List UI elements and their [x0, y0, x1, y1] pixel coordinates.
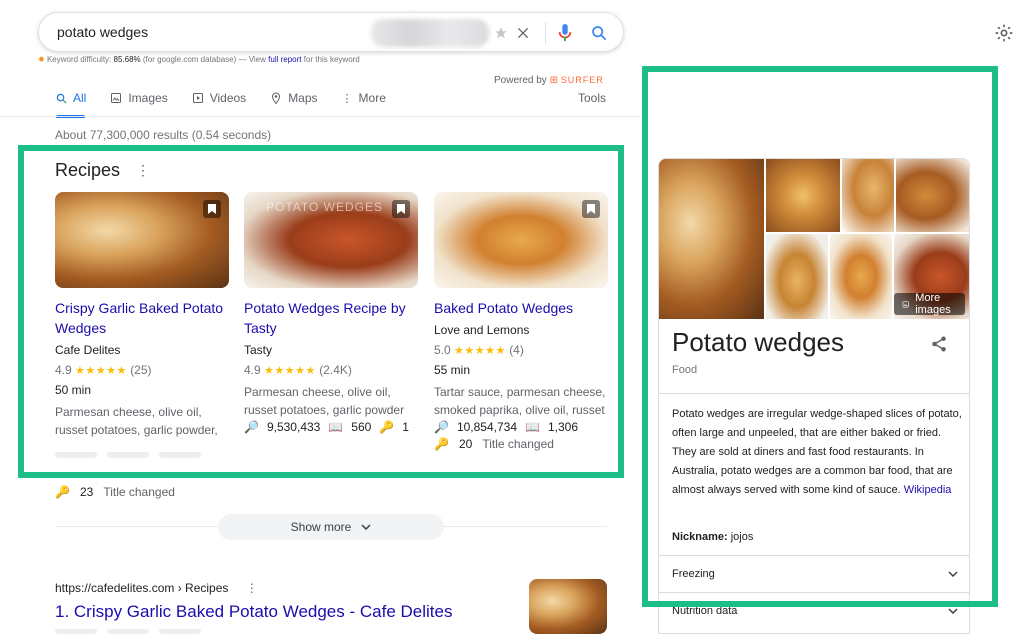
keyword-status: 🔑 23 Title changed	[55, 485, 175, 499]
tab-images[interactable]: Images	[110, 90, 168, 106]
video-icon	[192, 93, 203, 103]
search-icon[interactable]	[589, 23, 609, 43]
result-title[interactable]: 1. Crispy Garlic Baked Potato Wedges - C…	[55, 602, 452, 622]
tools-button[interactable]: Tools	[578, 91, 606, 105]
blurred-extension	[371, 19, 489, 47]
highlight-box-recipes	[18, 145, 624, 478]
kebab-icon: ⋮	[245, 581, 258, 595]
highlight-box-knowledge-panel	[642, 66, 998, 607]
placeholder-bars	[55, 629, 201, 634]
search-input[interactable]: potato wedges	[57, 24, 148, 40]
show-more-button[interactable]: Show more	[218, 514, 444, 540]
surfer-logo-icon: ⊞	[549, 75, 558, 86]
chevron-down-icon	[948, 608, 958, 614]
full-report-link[interactable]: full report	[268, 55, 301, 64]
result-thumbnail[interactable]	[529, 579, 607, 634]
key-icon: 🔑	[55, 485, 70, 499]
results-count: About 77,300,000 results (0.54 seconds)	[55, 128, 272, 142]
microphone-icon[interactable]	[555, 23, 575, 43]
image-icon	[111, 93, 122, 103]
tab-all[interactable]: All	[56, 90, 86, 106]
search-tabs: All Images Videos Maps ⋮ More	[56, 90, 410, 106]
surfer-icon: ✹	[38, 55, 45, 64]
search-bar[interactable]: potato wedges	[38, 12, 624, 52]
divider	[0, 116, 640, 117]
tab-videos[interactable]: Videos	[192, 90, 246, 106]
star-icon[interactable]	[491, 23, 511, 43]
keyword-difficulty: ✹ Keyword difficulty: 85.68% (for google…	[38, 55, 360, 64]
kebab-icon: ⋮	[341, 92, 353, 105]
powered-by: Powered by ⊞ SURFER	[494, 75, 604, 86]
chevron-down-icon	[361, 524, 371, 530]
search-icon	[56, 93, 67, 104]
settings-gear-icon[interactable]	[994, 23, 1014, 48]
tab-more[interactable]: ⋮ More	[342, 90, 386, 106]
map-pin-icon	[272, 91, 281, 104]
clear-icon[interactable]	[513, 23, 533, 43]
result-url[interactable]: https://cafedelites.com › Recipes ⋮	[55, 581, 258, 595]
tab-maps[interactable]: Maps	[270, 90, 318, 106]
divider	[545, 22, 546, 44]
